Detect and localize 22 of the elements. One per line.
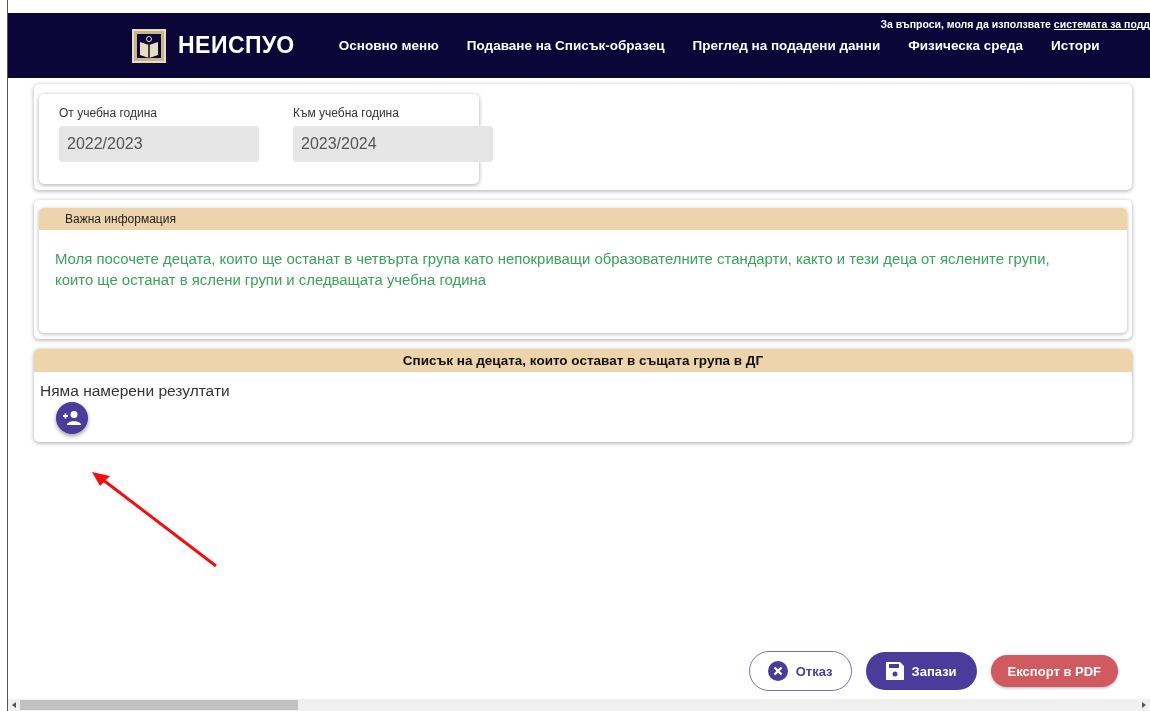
close-icon [767,661,788,681]
horizontal-scrollbar[interactable] [8,699,1150,711]
field-label: Към учебна година [293,106,400,120]
save-button[interactable]: Запази [865,652,977,690]
cancel-button[interactable]: Отказ [748,651,852,691]
add-person-button[interactable] [56,402,88,434]
field-label: От учебна година [59,106,158,120]
logo-text: НЕИСПУО [178,32,295,59]
empty-message: Няма намерени резултати [39,381,231,401]
info-message: Моля посочете децата, които ще останат в четвърта група като непокриващи образователните стандарти, както и тези деца от яслените групи, които ще останат в яслени групи и следващата учебна година [54,250,1051,290]
nav-link[interactable]: Физическа среда [908,38,1024,53]
export-pdf-button[interactable]: Експорт в PDF [990,655,1118,687]
book-logo-icon [132,28,166,63]
nav-link[interactable]: Истори [1051,38,1100,53]
notice-text: За въпроси, моля да използвате [880,18,1052,30]
nav-link[interactable]: Подаване на Списък-образец [466,38,665,53]
panel-title: Списък на децата, които остават в същата група в ДГ [34,349,1132,372]
panel-title: Важна информация [39,208,1127,230]
nav-link[interactable]: Основно меню [338,38,439,53]
add-person-icon [62,410,82,426]
nav-link[interactable]: Преглед на подадени данни [692,38,881,53]
support-link[interactable]: системата за подд [1053,18,1150,30]
